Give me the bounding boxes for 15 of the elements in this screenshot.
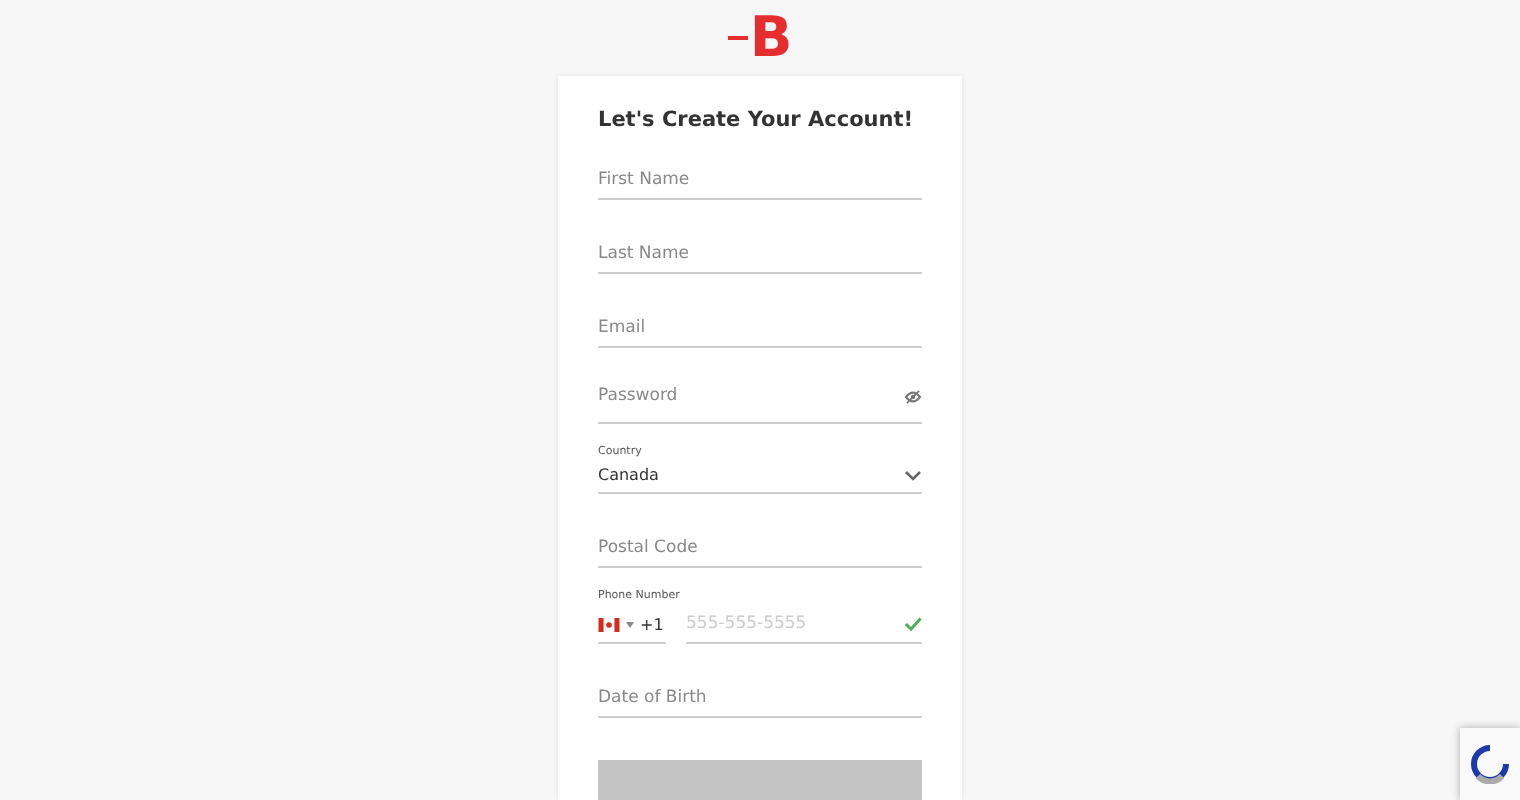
input-field[interactable]: Last Name bbox=[598, 236, 922, 274]
password-field[interactable]: Password bbox=[598, 378, 904, 414]
chevron-down-icon bbox=[904, 469, 922, 481]
flag-icon bbox=[598, 617, 620, 631]
country-code-select[interactable]: +1 bbox=[598, 607, 666, 643]
input-field[interactable]: Date of Birth bbox=[598, 680, 922, 718]
country-select[interactable]: Canada bbox=[598, 462, 922, 494]
input-field[interactable]: Email bbox=[598, 310, 922, 348]
brand-logo: B bbox=[727, 10, 793, 66]
form-title: Let's Create Your Account! bbox=[598, 108, 916, 132]
input-field[interactable]: Postal Code bbox=[598, 530, 922, 568]
hide-password-icon[interactable] bbox=[904, 389, 922, 403]
recaptcha-icon bbox=[1470, 744, 1510, 784]
caret-icon bbox=[626, 621, 634, 627]
input-field[interactable]: First Name bbox=[598, 162, 922, 200]
